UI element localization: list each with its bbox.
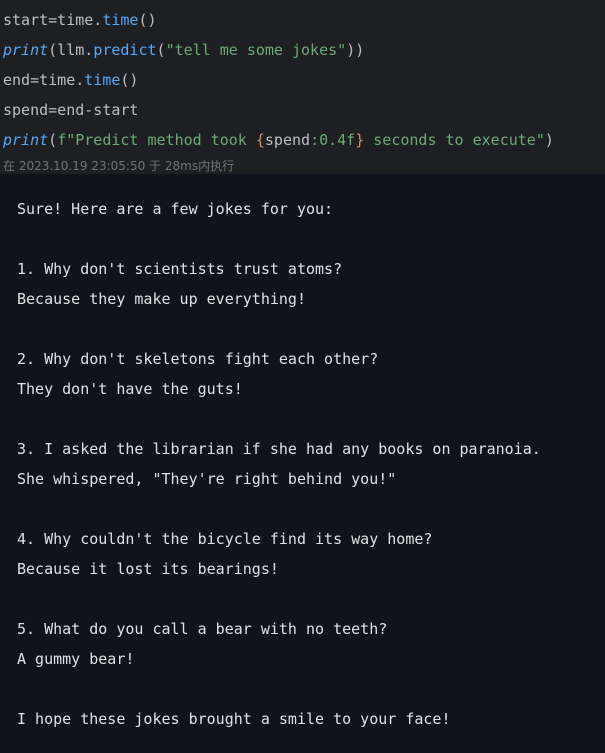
- code-line-5: print(f"Predict method took {spend:0.4f}…: [3, 125, 554, 155]
- output-line: Sure! Here are a few jokes for you:: [17, 200, 334, 218]
- execution-info: 在 2023.10.19 23:05:50 于 28ms内执行: [3, 159, 235, 173]
- output-line: 4. Why couldn't the bicycle find its way…: [17, 530, 433, 548]
- code-token: end=time.: [3, 71, 85, 89]
- code-token-string: f"Predict method took: [57, 131, 256, 149]
- code-token: (: [48, 131, 58, 149]
- code-line-2: print(llm.predict("tell me some jokes")): [3, 35, 364, 65]
- code-token: )): [346, 41, 365, 59]
- code-token: spend=end-start: [3, 101, 139, 119]
- code-cell[interactable]: start=time.time() print(llm.predict("tel…: [0, 0, 605, 174]
- code-token: (): [120, 71, 139, 89]
- output-line: Because they make up everything!: [17, 290, 306, 308]
- output-line: A gummy bear!: [17, 650, 135, 668]
- code-token-builtin: print: [3, 41, 49, 59]
- output-line: 2. Why don't skeletons fight each other?: [17, 350, 379, 368]
- code-line-4: spend=end-start: [3, 95, 138, 125]
- output-line: 3. I asked the librarian if she had any …: [17, 440, 541, 458]
- code-token-format-spec: :0.4f: [310, 131, 356, 149]
- code-token-function: predict: [93, 41, 157, 59]
- code-token-builtin: print: [3, 131, 49, 149]
- code-token-brace: }: [355, 131, 365, 149]
- code-token: ): [544, 131, 554, 149]
- code-token-function: time: [102, 11, 139, 29]
- code-token: (): [138, 11, 157, 29]
- code-token-string: seconds to execute": [364, 131, 545, 149]
- code-token-expression: spend: [264, 131, 311, 149]
- output-line: They don't have the guts!: [17, 380, 243, 398]
- output-line: Because it lost its bearings!: [17, 560, 279, 578]
- code-token: (: [156, 41, 166, 59]
- code-line-3: end=time.time(): [3, 65, 138, 95]
- output-line: 5. What do you call a bear with no teeth…: [17, 620, 388, 638]
- code-token: (llm.: [48, 41, 94, 59]
- output-panel[interactable]: Sure! Here are a few jokes for you: 1. W…: [0, 174, 605, 753]
- output-line: She whispered, "They're right behind you…: [17, 470, 397, 488]
- code-token-string: "tell me some jokes": [165, 41, 347, 59]
- code-token: start=time.: [3, 11, 103, 29]
- output-line: 1. Why don't scientists trust atoms?: [17, 260, 343, 278]
- output-line: I hope these jokes brought a smile to yo…: [17, 710, 451, 728]
- code-token-brace: {: [255, 131, 265, 149]
- code-line-1: start=time.time(): [3, 5, 157, 35]
- code-token-function: time: [84, 71, 121, 89]
